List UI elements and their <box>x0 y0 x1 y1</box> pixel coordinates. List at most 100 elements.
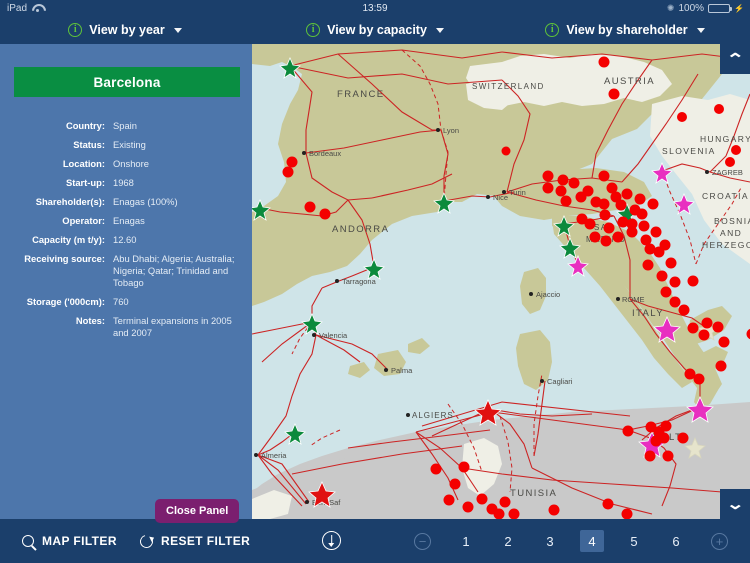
field-label: Country: <box>65 120 105 131</box>
field-value: Existing <box>113 139 146 150</box>
reset-filter-label: RESET FILTER <box>161 534 251 548</box>
svg-text:Turin: Turin <box>509 188 526 197</box>
page-button-4[interactable]: 4 <box>580 530 604 552</box>
status-bar: iPad 13:59 ✺ 100% ⚡ <box>0 0 750 16</box>
field-row-notes: Notes: Terminal expansions in 2005 and 2… <box>0 315 252 339</box>
field-value: Enagas <box>113 215 145 226</box>
status-clock: 13:59 <box>362 2 388 14</box>
svg-text:AND: AND <box>720 228 742 238</box>
svg-text:Palma: Palma <box>391 366 413 375</box>
nav-label: View by capacity <box>327 23 427 37</box>
nav-view-by-capacity[interactable]: i View by capacity <box>250 16 500 44</box>
svg-text:Ajaccio: Ajaccio <box>536 290 560 299</box>
field-row-location: Location: Onshore <box>0 158 252 170</box>
svg-text:ANDORRA: ANDORRA <box>332 224 389 235</box>
field-row-shareholders: Shareholder(s): Enagas (100%) <box>0 196 252 208</box>
nav-label: View by year <box>89 23 165 37</box>
page-button-1[interactable]: 1 <box>454 530 478 552</box>
info-circle-icon: i <box>68 23 83 37</box>
page-button-3[interactable]: 3 <box>538 530 562 552</box>
field-label: Notes: <box>75 315 105 326</box>
field-label: Start-up: <box>65 177 105 188</box>
nav-view-by-year[interactable]: i View by year <box>0 16 250 44</box>
field-row-status: Status: Existing <box>0 139 252 151</box>
field-row-country: Country: Spain <box>0 120 252 132</box>
field-label: Receiving source: <box>24 253 105 264</box>
chevron-down-icon <box>435 27 444 33</box>
svg-text:SLOVENIA: SLOVENIA <box>662 146 716 156</box>
battery-full-icon <box>708 3 733 13</box>
field-row-startup: Start-up: 1968 <box>0 177 252 189</box>
svg-text:Cagliari: Cagliari <box>547 377 573 386</box>
field-value: Terminal expansions in 2005 and 2007 <box>113 315 232 338</box>
svg-text:HERZEGOVINA: HERZEGOVINA <box>702 240 750 250</box>
svg-text:Bordeaux: Bordeaux <box>309 149 341 158</box>
field-value: 1968 <box>113 177 134 188</box>
svg-text:ALGIERS: ALGIERS <box>412 411 454 420</box>
field-label: Capacity (m t/y): <box>32 234 105 245</box>
status-right: ✺ 100% ⚡ <box>667 3 744 14</box>
nav-view-by-shareholder[interactable]: i View by shareholder <box>500 16 750 44</box>
field-row-operator: Operator: Enagas <box>0 215 252 227</box>
svg-text:HUNGARY: HUNGARY <box>700 134 750 144</box>
svg-text:AUSTRIA: AUSTRIA <box>604 76 655 87</box>
app-root: iPad 13:59 ✺ 100% ⚡ i View by year i Vie… <box>0 0 750 563</box>
main-body: FRANCE SWITZERLAND AUSTRIA SLOVENIA HUNG… <box>0 44 750 523</box>
field-row-receiving-source: Receiving source: Abu Dhabi; Algeria; Au… <box>0 253 252 289</box>
search-icon <box>22 535 34 547</box>
info-circle-icon: i <box>545 23 560 37</box>
svg-text:TUNISIA: TUNISIA <box>510 488 557 499</box>
svg-text:ZAGREB: ZAGREB <box>712 168 743 177</box>
svg-text:SWITZERLAND: SWITZERLAND <box>472 82 545 91</box>
svg-text:ITALY: ITALY <box>632 308 664 319</box>
map-scroll-up-button[interactable]: ⌃ <box>720 44 750 74</box>
page-button-2[interactable]: 2 <box>496 530 520 552</box>
field-value: Onshore <box>113 158 149 169</box>
top-nav: i View by year i View by capacity i View… <box>0 16 750 44</box>
close-panel-button[interactable]: Close Panel <box>155 499 240 523</box>
field-label: Storage ('000cm): <box>26 296 105 307</box>
bottom-toolbar: MAP FILTER RESET FILTER − 1 2 3 4 5 6 + <box>0 519 750 563</box>
svg-text:CROATIA: CROATIA <box>702 191 749 201</box>
field-label: Operator: <box>62 215 105 226</box>
field-value: Enagas (100%) <box>113 196 178 207</box>
map-view[interactable]: FRANCE SWITZERLAND AUSTRIA SLOVENIA HUNG… <box>252 44 750 519</box>
svg-text:ROME: ROME <box>622 295 645 304</box>
map-filter-button[interactable]: MAP FILTER <box>22 519 117 563</box>
page-button-6[interactable]: 6 <box>664 530 688 552</box>
map-filter-label: MAP FILTER <box>42 534 117 548</box>
svg-text:BOSNIA: BOSNIA <box>714 216 750 226</box>
pagination: − 1 2 3 4 5 6 + <box>400 519 742 563</box>
next-page-button[interactable]: + <box>711 532 728 550</box>
svg-text:Almeria: Almeria <box>261 451 287 460</box>
field-label: Status: <box>73 139 105 150</box>
nav-label: View by shareholder <box>566 23 688 37</box>
field-value: 760 <box>113 296 129 307</box>
map-country-label: FRANCE <box>337 89 384 100</box>
svg-text:Lyon: Lyon <box>443 126 459 135</box>
bluetooth-icon: ✺ <box>666 2 675 13</box>
field-row-capacity: Capacity (m t/y): 12.60 <box>0 234 252 246</box>
refresh-icon <box>137 532 156 550</box>
info-circle-icon: i <box>306 23 321 37</box>
chevron-double-down-icon: ⌄ <box>725 495 745 513</box>
chevron-double-up-icon: ⌃ <box>725 50 745 68</box>
map-scroll-down-button[interactable]: ⌄ <box>720 489 750 519</box>
map-canvas: FRANCE SWITZERLAND AUSTRIA SLOVENIA HUNG… <box>252 44 750 519</box>
field-value: Abu Dhabi; Algeria; Australia; Nigeria; … <box>113 253 235 288</box>
battery-percent-label: 100% <box>678 2 705 14</box>
field-label: Location: <box>62 158 105 169</box>
detail-panel: Barcelona Country: Spain Status: Existin… <box>0 44 252 523</box>
svg-text:Tarragona: Tarragona <box>342 277 377 286</box>
field-value: Spain <box>113 120 137 131</box>
field-label: Shareholder(s): <box>35 196 105 207</box>
chevron-down-icon <box>696 27 705 33</box>
terminal-fields: Country: Spain Status: Existing Location… <box>0 120 252 346</box>
page-button-5[interactable]: 5 <box>622 530 646 552</box>
reset-filter-button[interactable]: RESET FILTER <box>137 519 251 563</box>
prev-page-button[interactable]: − <box>414 532 431 550</box>
field-row-storage: Storage ('000cm): 760 <box>0 296 252 308</box>
chevron-down-icon <box>173 27 182 33</box>
plug-icon: ⚡ <box>734 3 744 13</box>
download-circle-icon[interactable] <box>322 531 341 550</box>
